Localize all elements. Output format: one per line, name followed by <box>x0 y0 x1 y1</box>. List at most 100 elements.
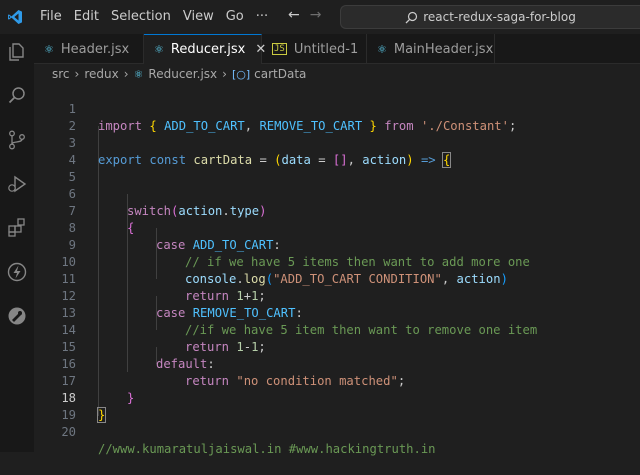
token-constant: REMOVE_TO_CART <box>192 306 296 320</box>
tab-header-jsx[interactable]: ⚛ Header.jsx <box>34 34 144 64</box>
menu-go[interactable]: Go <box>220 0 250 34</box>
thunder-client-icon[interactable] <box>5 260 29 284</box>
code-line: 10 console.log("ADD_TO_CART CONDITION", … <box>34 237 508 286</box>
token-string: "no condition matched" <box>236 374 398 388</box>
token-number: 1 <box>236 340 244 354</box>
token-keyword: switch <box>127 204 172 218</box>
activity-bar <box>0 34 34 452</box>
breadcrumb-redux[interactable]: redux <box>84 67 118 81</box>
code-line: 9 // if we have 5 items then want to add… <box>34 220 530 269</box>
menu-view[interactable]: View <box>177 0 220 34</box>
search-icon <box>405 11 418 23</box>
code-line: 4 <box>34 135 76 167</box>
token-string: './Constant' <box>420 119 509 133</box>
token-semicolon: ; <box>509 119 517 133</box>
token-arrow: => <box>420 153 436 167</box>
token-paren: ( <box>265 272 274 286</box>
indent-guide <box>98 126 99 416</box>
react-file-icon: ⚛ <box>377 42 387 56</box>
token-brace: { <box>127 221 135 235</box>
token-operator: = <box>318 153 326 167</box>
token-operator: - <box>243 340 252 354</box>
token-colon: : <box>207 357 215 371</box>
code-line-current: 18 } <box>34 373 107 423</box>
menu-selection[interactable]: Selection <box>105 0 177 34</box>
code-line: 15 default: <box>34 322 214 371</box>
run-debug-icon[interactable] <box>5 172 29 196</box>
code-line: 12 case REMOVE_TO_CART: <box>34 271 302 320</box>
token-keyword: default <box>156 357 208 371</box>
vscode-logo-icon <box>4 6 26 28</box>
menu-bar: File Edit Selection View Go ··· <box>34 0 274 34</box>
breadcrumb-symbol[interactable]: cartData <box>254 67 306 81</box>
token-brace: { <box>441 152 452 168</box>
token-function-name: cartData <box>193 153 253 167</box>
token-keyword: case <box>156 306 186 320</box>
navigation-arrows: ← → <box>288 7 321 23</box>
token-operator: + <box>243 289 252 303</box>
arrow-right-icon[interactable]: → <box>310 7 322 23</box>
extensions-icon[interactable] <box>5 216 29 240</box>
title-bar: File Edit Selection View Go ··· ← → reac… <box>0 0 640 34</box>
command-center-search[interactable]: react-redux-saga-for-blog <box>340 5 640 29</box>
code-line: 20 //www.kumaratuljaiswal.in #www.hackin… <box>34 407 435 456</box>
token-constant: ADD_TO_CART <box>192 238 274 252</box>
search-text: react-redux-saga-for-blog <box>423 10 576 24</box>
source-control-icon[interactable] <box>5 128 29 152</box>
token-colon: : <box>273 238 281 252</box>
token-keyword: export <box>98 153 143 167</box>
token-constant: REMOVE_TO_CART <box>259 119 363 133</box>
code-editor[interactable]: 1 import { ADD_TO_CART, REMOVE_TO_CART }… <box>34 84 640 456</box>
tab-untitled-1[interactable]: JS Untitled-1 <box>262 34 367 64</box>
tab-mainheader-jsx[interactable]: ⚛ MainHeader.jsx <box>367 34 495 64</box>
token-keyword: const <box>149 153 187 167</box>
breadcrumb-src[interactable]: src <box>52 67 70 81</box>
react-file-icon: ⚛ <box>133 67 144 81</box>
token-variable: action <box>178 204 223 218</box>
chevron-right-icon: › <box>222 67 227 81</box>
line-number: 20 <box>61 425 76 439</box>
remote-icon[interactable] <box>5 304 29 328</box>
token-keyword: from <box>384 119 414 133</box>
token-paren: ) <box>406 153 414 167</box>
token-keyword: import <box>98 119 143 133</box>
breadcrumb: src › redux › ⚛ Reducer.jsx › [○] cartDa… <box>34 64 640 84</box>
tab-reducer-jsx[interactable]: ⚛ Reducer.jsx ✕ <box>144 34 266 64</box>
menu-edit[interactable]: Edit <box>68 0 105 34</box>
token-number: 1 <box>236 289 244 303</box>
token-semicolon: ; <box>258 340 266 354</box>
js-file-icon: JS <box>272 43 287 55</box>
code-line: 17 } <box>34 356 134 405</box>
token-colon: : <box>295 306 303 320</box>
react-file-icon: ⚛ <box>154 43 164 56</box>
arrow-left-icon[interactable]: ← <box>288 7 300 23</box>
token-semicolon: ; <box>397 374 406 388</box>
editor-tabs: ⚛ Header.jsx ⚛ Reducer.jsx ✕ JS Untitled… <box>34 34 640 64</box>
token-property: type <box>229 204 260 218</box>
token-string: "ADD_TO_CART CONDITION" <box>273 272 442 286</box>
explorer-icon[interactable] <box>5 40 29 64</box>
code-line: 16 return "no condition matched"; <box>34 339 405 388</box>
menu-file[interactable]: File <box>34 0 68 34</box>
token-keyword: return <box>185 340 230 354</box>
token-variable: console <box>185 272 237 286</box>
token-dot: . <box>236 272 244 286</box>
token-variable: action <box>456 272 501 286</box>
breadcrumb-file[interactable]: Reducer.jsx <box>148 67 217 81</box>
symbol-variable-icon: [○] <box>231 67 251 81</box>
code-line: 19 <box>34 390 76 422</box>
token-bracket: [] <box>332 153 348 167</box>
menu-more[interactable]: ··· <box>250 0 274 34</box>
token-comment: //if we have 5 item then want to remove … <box>185 323 538 337</box>
token-brace: } <box>369 119 377 133</box>
code-line: 5 <box>34 152 76 184</box>
code-line: 2 <box>34 101 76 133</box>
search-view-icon[interactable] <box>5 84 29 108</box>
code-line: 11 return 1+1; <box>34 254 265 303</box>
token-function: log <box>243 272 266 286</box>
token-constant: ADD_TO_CART <box>164 119 245 133</box>
tab-label: Untitled-1 <box>293 41 359 57</box>
token-dot: . <box>222 204 230 218</box>
token-keyword: return <box>185 289 230 303</box>
tab-label: MainHeader.jsx <box>393 41 494 57</box>
